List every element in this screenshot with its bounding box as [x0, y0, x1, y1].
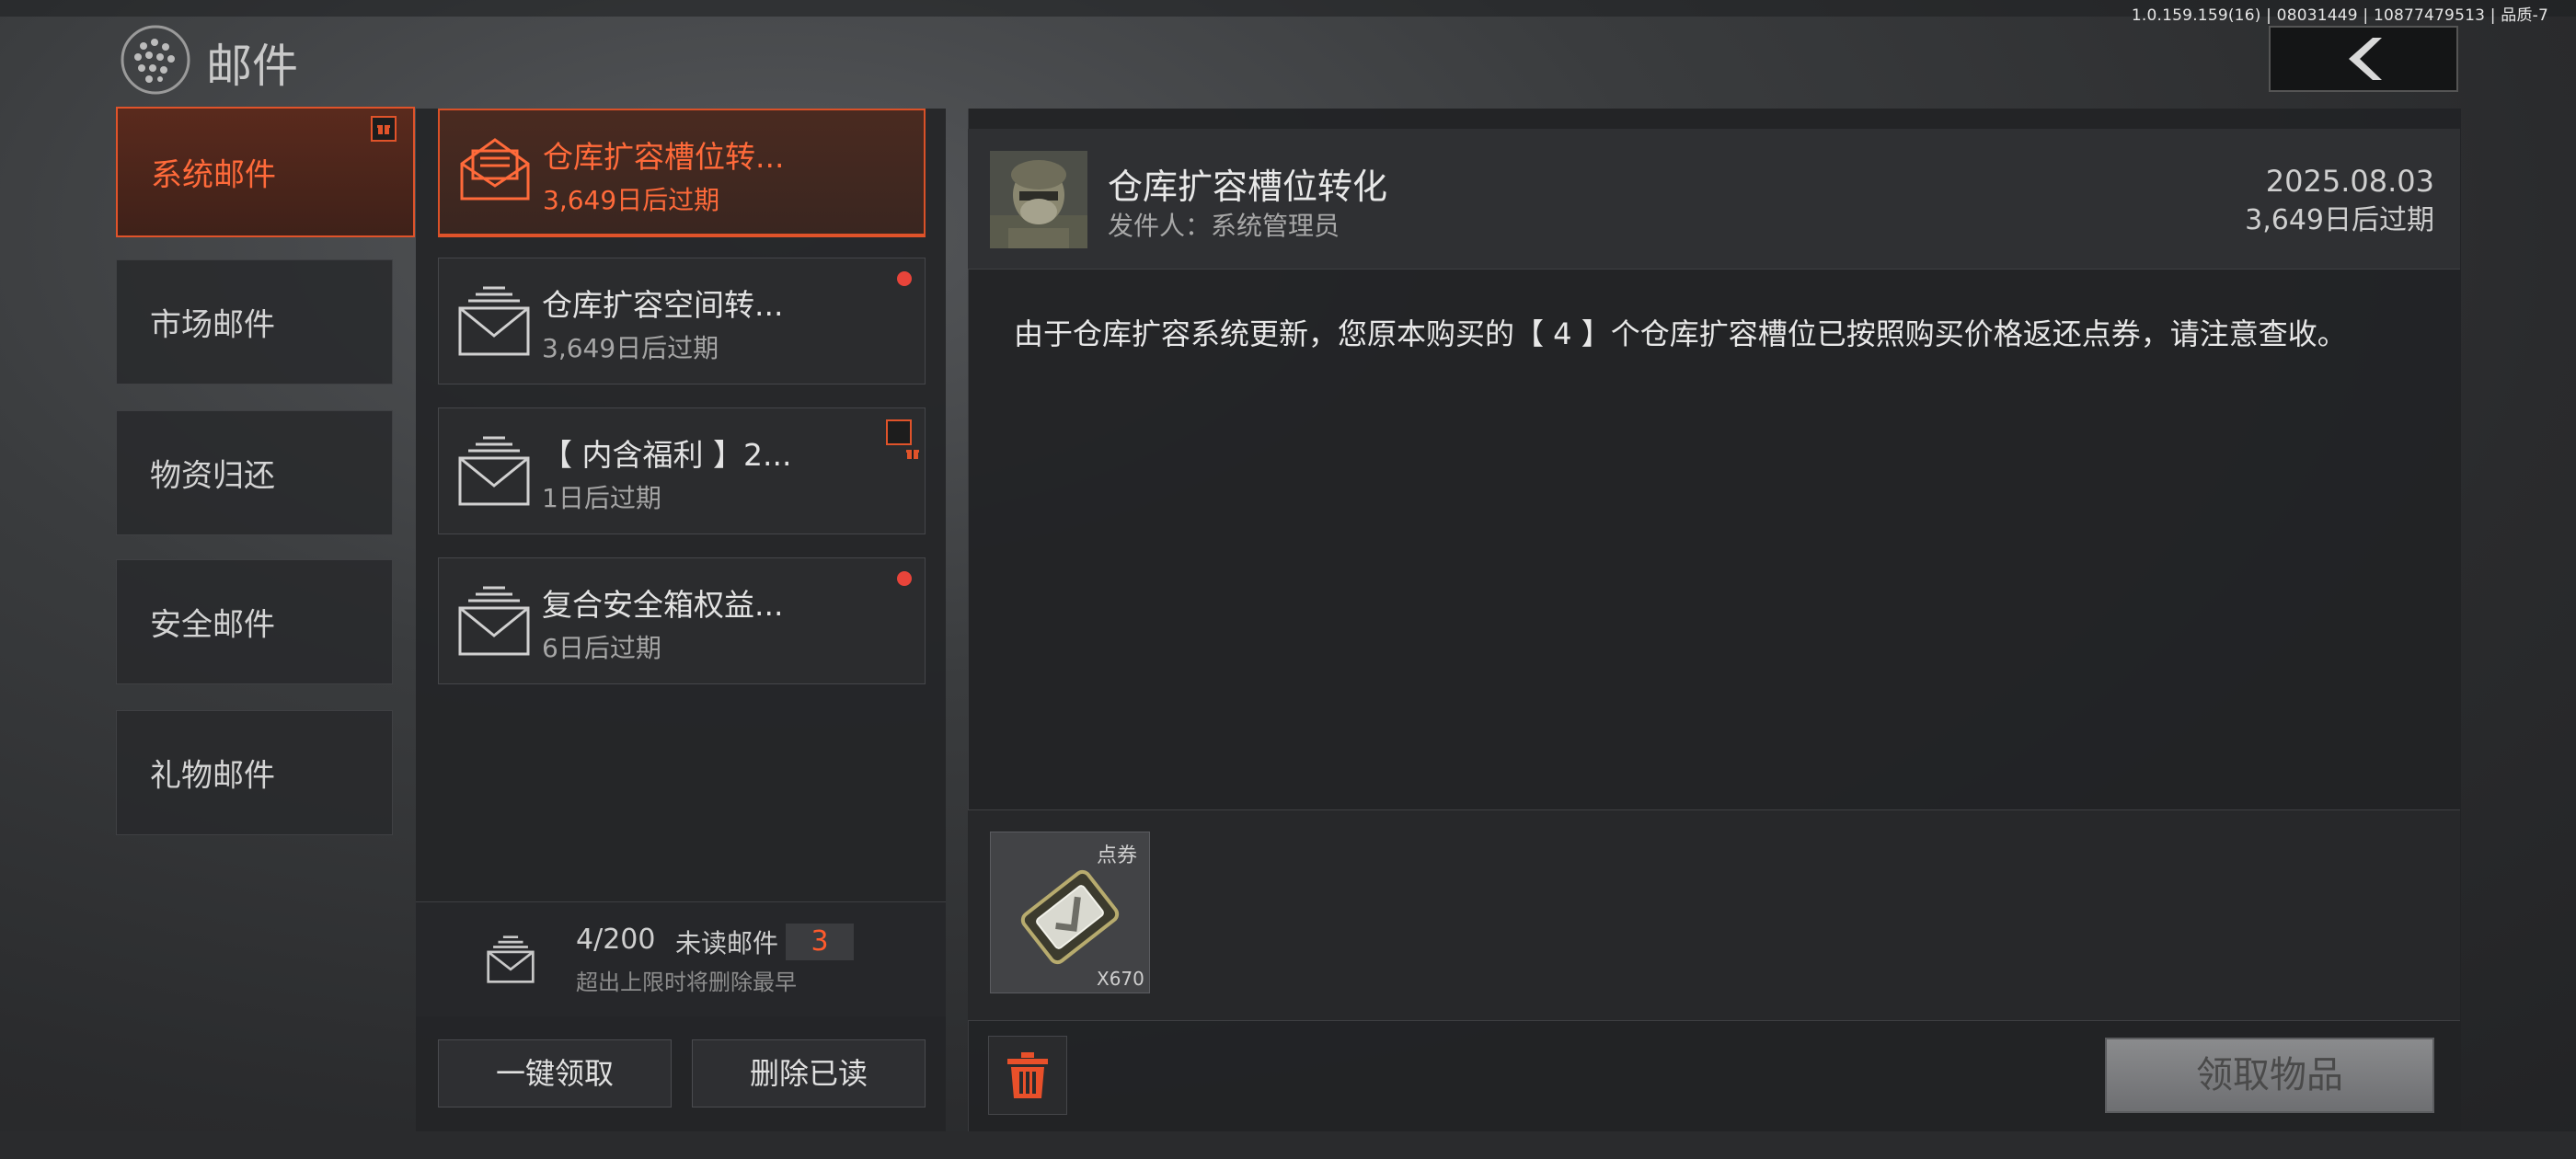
- reward-quantity: X670: [1097, 968, 1144, 990]
- mail-expiry: 3,649日后过期: [543, 185, 720, 215]
- mail-expiry: 3,649日后过期: [542, 333, 719, 363]
- mail-item[interactable]: 复合安全箱权益... 6日后过期: [438, 557, 926, 684]
- claim-items-button[interactable]: 领取物品: [2105, 1038, 2434, 1113]
- envelope-stack-icon: [458, 586, 530, 656]
- mail-detail-title: 仓库扩容槽位转化: [1108, 166, 1388, 207]
- category-label: 礼物邮件: [150, 757, 275, 795]
- category-gift-mail[interactable]: 礼物邮件: [116, 710, 393, 835]
- bottom-strip: [0, 1131, 2576, 1159]
- mail-item[interactable]: 仓库扩容空间转... 3,649日后过期: [438, 258, 926, 384]
- category-market-mail[interactable]: 市场邮件: [116, 259, 393, 384]
- delete-read-button[interactable]: 删除已读: [692, 1039, 926, 1107]
- unread-dot: [897, 571, 912, 586]
- mail-detail-expiry: 3,649日后过期: [2245, 204, 2434, 236]
- category-system-mail[interactable]: 系统邮件: [116, 107, 415, 237]
- category-label: 系统邮件: [151, 156, 276, 194]
- open-envelope-icon: [460, 138, 530, 201]
- limit-note: 超出上限时将删除最早: [576, 970, 797, 995]
- mail-body: 由于仓库扩容系统更新，您原本购买的【 4 】个仓库扩容槽位已按照购买价格返还点券…: [1014, 316, 2347, 351]
- gift-icon: [371, 116, 397, 142]
- mail-sender: 发件人：系统管理员: [1108, 211, 1340, 241]
- gift-icon: [886, 419, 919, 459]
- mail-item[interactable]: 【 内含福利 】2... 1日后过期: [438, 407, 926, 534]
- unread-count: 3: [786, 924, 854, 960]
- page-title: 邮件: [206, 40, 298, 93]
- category-label: 物资归还: [150, 457, 275, 495]
- envelope-stack-icon: [458, 436, 530, 506]
- envelope-stack-icon: [458, 286, 530, 356]
- mail-title: 仓库扩容槽位转...: [543, 139, 785, 175]
- claim-all-button[interactable]: 一键领取: [438, 1039, 672, 1107]
- reward-name: 点券: [1097, 844, 1138, 867]
- mail-expiry: 6日后过期: [542, 633, 661, 663]
- category-label: 安全邮件: [150, 606, 275, 644]
- mail-item[interactable]: 仓库扩容槽位转... 3,649日后过期: [438, 109, 926, 237]
- mail-title: 复合安全箱权益...: [542, 587, 784, 623]
- version-info: 1.0.159.159(16) | 08031449 | 10877479513…: [2131, 6, 2548, 25]
- category-security-mail[interactable]: 安全邮件: [116, 559, 393, 684]
- mail-expiry: 1日后过期: [542, 483, 661, 513]
- mail-count: 4/200: [576, 924, 656, 956]
- mail-date: 2025.08.03: [2265, 164, 2434, 199]
- mail-title: 【 内含福利 】2...: [542, 437, 792, 473]
- category-item-return[interactable]: 物资归还: [116, 410, 393, 535]
- unread-label: 未读邮件: [675, 928, 779, 958]
- sender-avatar: [990, 151, 1087, 248]
- back-button[interactable]: [2269, 26, 2458, 92]
- envelope-stack-icon: [487, 935, 535, 983]
- delete-mail-button[interactable]: [988, 1036, 1067, 1115]
- category-label: 市场邮件: [150, 306, 275, 344]
- chevron-left-icon: [2349, 38, 2382, 80]
- trash-icon: [1007, 1052, 1048, 1098]
- mail-title: 仓库扩容空间转...: [542, 287, 784, 323]
- globe-logo-icon: [121, 25, 190, 95]
- reward-area: [968, 809, 2460, 1021]
- unread-dot: [897, 271, 912, 286]
